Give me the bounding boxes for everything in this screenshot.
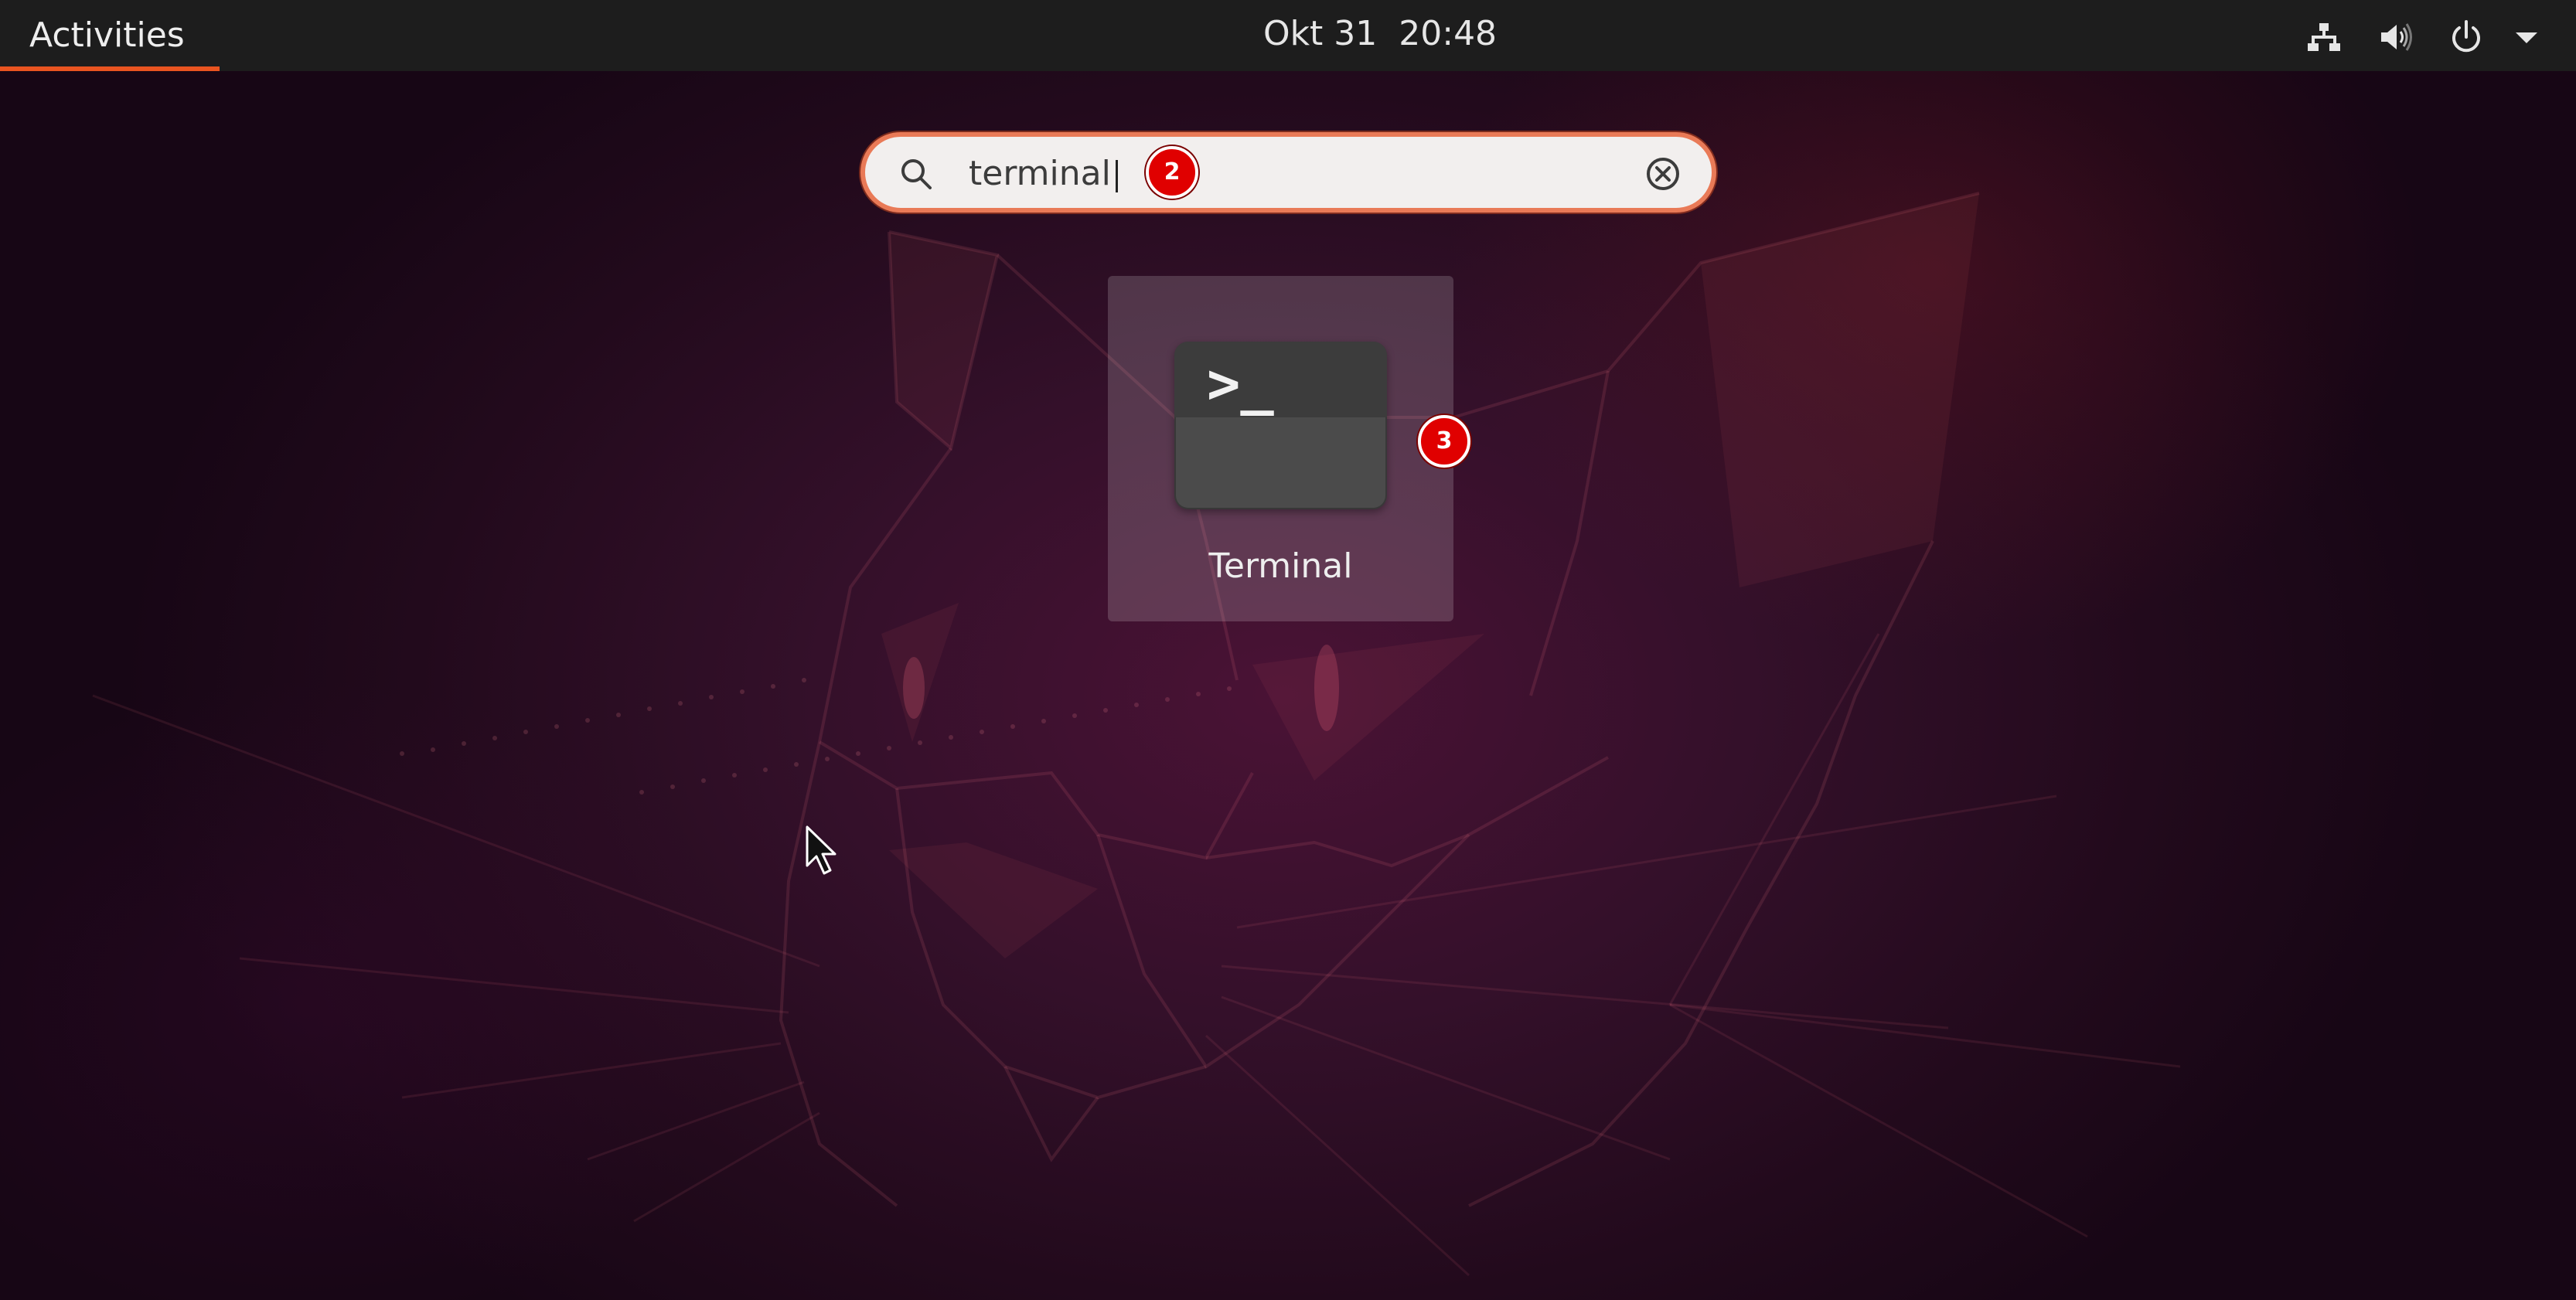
top-bar: Activities Okt 31 20:48 — [0, 0, 2576, 71]
activities-label: Activities — [29, 15, 185, 55]
power-icon[interactable] — [2448, 19, 2485, 56]
app-label: Terminal — [1208, 546, 1353, 586]
search-icon — [898, 155, 935, 192]
terminal-icon: >_ — [1174, 342, 1387, 509]
activities-button[interactable]: Activities — [0, 0, 220, 71]
mouse-pointer-icon — [804, 825, 838, 878]
clock-button[interactable]: Okt 31 20:48 — [1206, 11, 1554, 57]
chevron-down-icon[interactable] — [2508, 19, 2545, 56]
network-icon[interactable] — [2305, 19, 2343, 56]
step-badge-3: 3 — [1418, 415, 1470, 468]
search-input-text[interactable]: terminal — [969, 151, 1111, 197]
terminal-icon-prompt: >_ — [1207, 351, 1274, 416]
step-badge-2: 2 — [1146, 146, 1198, 199]
text-caret — [1116, 160, 1118, 192]
search-field[interactable]: terminal — [860, 132, 1716, 213]
clear-icon[interactable] — [1644, 155, 1682, 192]
app-result-terminal[interactable]: >_ Terminal — [1108, 276, 1453, 621]
volume-icon[interactable] — [2378, 19, 2415, 56]
